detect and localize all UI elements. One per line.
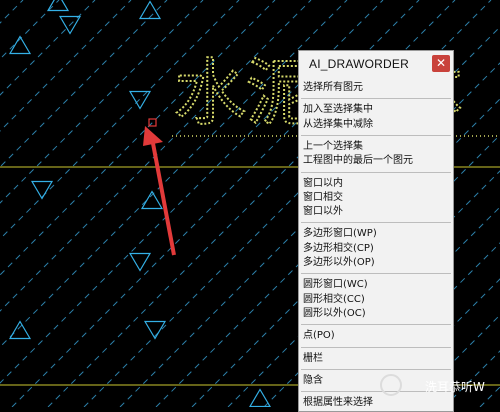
hatch-line — [0, 0, 204, 204]
menu-item[interactable]: 多边形相交(CP) — [303, 242, 374, 256]
menu-separator — [301, 98, 451, 100]
menu-item[interactable]: 工程图中的最后一个图元 — [303, 154, 413, 168]
menu-item[interactable]: 多边形以外(OP) — [303, 256, 375, 270]
menu-item[interactable]: 多边形窗口(WP) — [303, 227, 377, 241]
triangle-marker — [30, 180, 54, 200]
watermark: 洗耳恭听W — [380, 372, 498, 400]
menu-item[interactable]: 点(PO) — [303, 329, 335, 343]
menu-titlebar: AI_DRAWORDER ✕ — [299, 51, 453, 75]
menu-separator — [301, 368, 451, 370]
menu-separator — [301, 273, 451, 275]
close-icon[interactable]: ✕ — [432, 55, 450, 72]
menu-item[interactable]: 圆形窗口(WC) — [303, 278, 368, 292]
triangle-marker — [140, 190, 164, 210]
menu-separator — [301, 324, 451, 326]
menu-item[interactable]: 窗口相交 — [303, 191, 343, 205]
menu-separator — [301, 134, 451, 136]
menu-item[interactable]: 栅栏 — [303, 352, 323, 366]
baidu-paw-icon — [380, 374, 402, 396]
menu-item[interactable]: 选择所有图元 — [303, 81, 363, 95]
triangle-marker — [128, 252, 152, 272]
menu-title: AI_DRAWORDER — [309, 57, 409, 71]
menu-separator — [301, 346, 451, 348]
menu-separator — [301, 222, 451, 224]
hatch-line — [0, 0, 60, 60]
menu-item[interactable]: 加入至选择集中 — [303, 103, 373, 117]
hatch-line — [0, 0, 24, 24]
menu-item[interactable]: 上一个选择集 — [303, 140, 363, 154]
menu-item[interactable]: 窗口以内 — [303, 177, 343, 191]
watermark-author: 洗耳恭听W — [425, 380, 485, 394]
menu-item[interactable]: 窗口以外 — [303, 205, 343, 219]
hatch-line — [0, 0, 132, 132]
hatch-line — [479, 386, 500, 407]
menu-item[interactable]: 根据属性来选择 — [303, 396, 373, 410]
menu-item[interactable]: 从选择集中减除 — [303, 118, 373, 132]
menu-item[interactable]: 圆形以外(OC) — [303, 307, 366, 321]
menu-item[interactable]: 圆形相交(CC) — [303, 293, 365, 307]
menu-separator — [301, 171, 451, 173]
menu-item[interactable]: 隐含 — [303, 374, 323, 388]
triangle-marker — [128, 90, 152, 110]
selection-context-menu: AI_DRAWORDER ✕ 选择所有图元 加入至选择集中 从选择集中减除 上一个选择… — [298, 50, 454, 412]
hatch-line — [0, 0, 96, 96]
triangle-marker — [8, 320, 32, 340]
